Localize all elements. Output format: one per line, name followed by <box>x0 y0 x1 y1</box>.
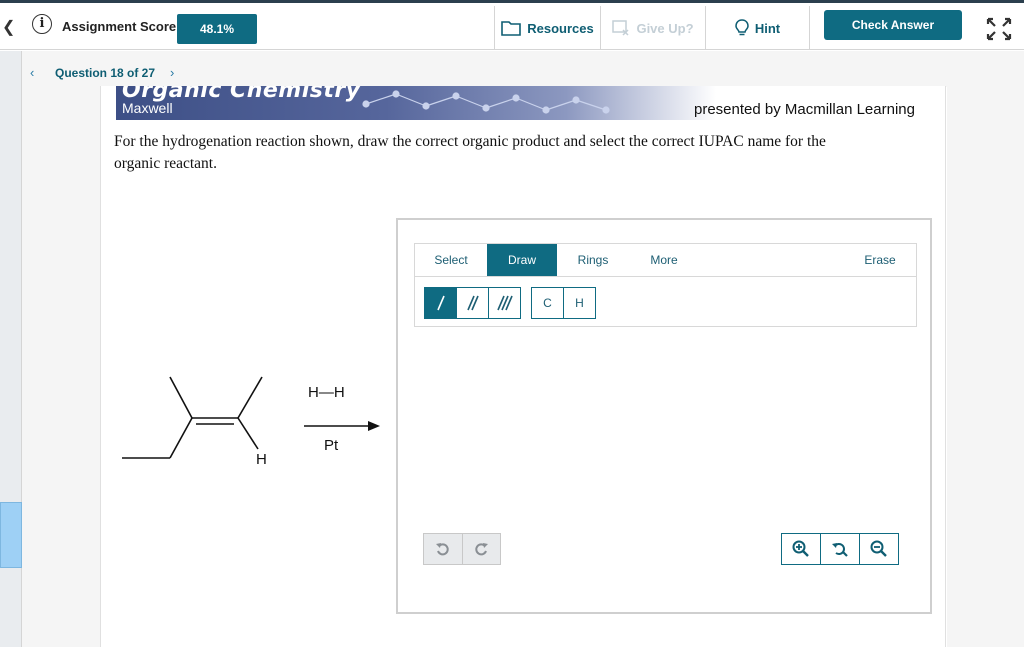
question-prompt: For the hydrogenation reaction shown, dr… <box>114 133 826 172</box>
zoom-controls <box>781 533 899 565</box>
info-icon[interactable]: i <box>32 14 52 34</box>
structure-editor[interactable]: Select Draw Rings More Erase C H <box>396 218 932 614</box>
reactant-structure <box>122 376 263 459</box>
left-rail <box>0 51 22 647</box>
top-bar: ❮ i Assignment Score: 48.1% Resources Gi… <box>0 0 1024 50</box>
hydrogen-atom-tool[interactable]: H <box>563 287 596 319</box>
history-controls <box>423 533 501 565</box>
redo-icon <box>475 543 489 556</box>
left-rail-tab[interactable] <box>0 502 22 568</box>
tab-more[interactable]: More <box>629 244 699 276</box>
book-author: Maxwell <box>122 100 173 116</box>
triple-bond-tool[interactable] <box>488 287 521 319</box>
check-answer-button[interactable]: Check Answer <box>824 10 962 40</box>
single-bond-tool[interactable] <box>424 287 457 319</box>
single-bond-icon <box>436 295 445 311</box>
assignment-score-badge: 48.1% <box>177 14 257 44</box>
tab-rings[interactable]: Rings <box>558 244 628 276</box>
resources-button[interactable]: Resources <box>494 6 600 50</box>
editor-tabs: Select Draw Rings More Erase <box>415 244 916 277</box>
editor-toolbar: Select Draw Rings More Erase C H <box>414 243 917 327</box>
zoom-out-button[interactable] <box>859 534 898 564</box>
assignment-score-label: Assignment Score: <box>62 19 181 34</box>
catalyst-label: Pt <box>324 437 339 454</box>
carbon-atom-tool[interactable]: C <box>531 287 564 319</box>
zoom-out-icon <box>870 540 887 557</box>
reaction-arrow <box>304 421 380 431</box>
double-bond-tool[interactable] <box>456 287 489 319</box>
fullscreen-icon[interactable] <box>986 17 1012 41</box>
hydrogen-atom-label: H <box>256 451 267 468</box>
resources-label: Resources <box>527 20 594 36</box>
tab-erase[interactable]: Erase <box>845 244 915 276</box>
page-gutter-left <box>22 86 100 647</box>
previous-question-icon[interactable]: ‹ <box>30 65 34 80</box>
question-nav: ‹ Question 18 of 27 › <box>22 51 1024 87</box>
give-up-icon <box>612 20 629 36</box>
double-bond-icon <box>466 295 479 311</box>
hint-button[interactable]: Hint <box>705 6 810 50</box>
reagent-label: H—H <box>308 384 345 401</box>
zoom-in-button[interactable] <box>782 534 820 564</box>
give-up-label: Give Up? <box>636 20 694 36</box>
hint-label: Hint <box>754 20 781 36</box>
redo-button[interactable] <box>461 534 501 564</box>
folder-icon <box>501 21 522 36</box>
undo-icon <box>435 543 449 556</box>
reaction-scheme: H H—H Pt <box>110 365 390 475</box>
page-gutter-right <box>947 86 1024 647</box>
zoom-reset-icon <box>832 543 848 557</box>
give-up-button[interactable]: Give Up? <box>600 6 705 50</box>
chevron-left-icon[interactable]: ❮ <box>2 17 15 37</box>
triple-bond-icon <box>496 295 513 311</box>
lightbulb-icon <box>735 19 749 36</box>
question-counter[interactable]: Question 18 of 27 <box>55 66 155 80</box>
tab-select[interactable]: Select <box>415 244 487 276</box>
zoom-reset-button[interactable] <box>820 534 859 564</box>
undo-button[interactable] <box>424 534 462 564</box>
zoom-in-icon <box>792 540 809 557</box>
next-question-icon[interactable]: › <box>170 65 174 80</box>
textbook-banner: Organic Chemistry Maxwell <box>116 86 716 120</box>
tab-draw[interactable]: Draw <box>487 244 557 276</box>
publisher-credit: presented by Macmillan Learning <box>694 101 915 118</box>
